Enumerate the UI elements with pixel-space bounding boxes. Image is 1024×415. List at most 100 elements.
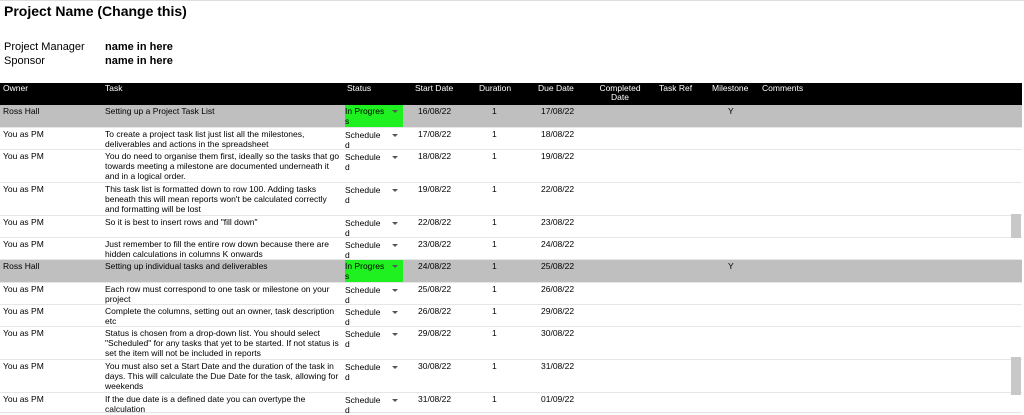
task-cell[interactable]: Just remember to fill the entire row dow… xyxy=(105,239,341,259)
due-date-cell[interactable]: 18/08/22 xyxy=(541,129,574,139)
duration-cell[interactable]: 1 xyxy=(492,106,497,116)
start-date-cell[interactable]: 22/08/22 xyxy=(418,217,451,227)
start-date-cell[interactable]: 31/08/22 xyxy=(418,394,451,404)
task-cell[interactable]: Setting up a Project Task List xyxy=(105,106,341,116)
table-row[interactable]: You as PM Complete the columns, setting o… xyxy=(0,305,1022,327)
due-date-cell[interactable]: 23/08/22 xyxy=(541,217,574,227)
owner-cell[interactable]: Ross Hall xyxy=(3,261,39,271)
start-date-cell[interactable]: 29/08/22 xyxy=(418,328,451,338)
duration-cell[interactable]: 1 xyxy=(492,239,497,249)
task-cell[interactable]: So it is best to insert rows and "fill d… xyxy=(105,217,341,227)
duration-cell[interactable]: 1 xyxy=(492,129,497,139)
start-date-cell[interactable]: 18/08/22 xyxy=(418,151,451,161)
table-row[interactable]: You as PM This task list is formatted dow… xyxy=(0,183,1022,216)
dropdown-arrow-icon[interactable] xyxy=(392,366,398,369)
start-date-cell[interactable]: 25/08/22 xyxy=(418,284,451,294)
duration-cell[interactable]: 1 xyxy=(492,284,497,294)
milestone-cell[interactable]: Y xyxy=(728,261,734,271)
table-row[interactable]: You as PM If the due date is a defined da… xyxy=(0,393,1022,415)
status-dropdown[interactable]: In Progress xyxy=(345,105,403,127)
duration-cell[interactable]: 1 xyxy=(492,217,497,227)
dropdown-arrow-icon[interactable] xyxy=(392,244,398,247)
table-row[interactable]: You as PM Status is chosen from a drop-do… xyxy=(0,327,1022,360)
table-row[interactable]: You as PM You do need to organise them fi… xyxy=(0,150,1022,183)
dropdown-arrow-icon[interactable] xyxy=(392,311,398,314)
start-date-cell[interactable]: 16/08/22 xyxy=(418,106,451,116)
duration-cell[interactable]: 1 xyxy=(492,361,497,371)
due-date-cell[interactable]: 22/08/22 xyxy=(541,184,574,194)
start-date-cell[interactable]: 24/08/22 xyxy=(418,261,451,271)
owner-cell[interactable]: You as PM xyxy=(3,239,44,249)
due-date-cell[interactable]: 30/08/22 xyxy=(541,328,574,338)
dropdown-arrow-icon[interactable] xyxy=(392,222,398,225)
dropdown-arrow-icon[interactable] xyxy=(392,265,398,268)
table-row[interactable]: You as PM Just remember to fill the entir… xyxy=(0,238,1022,260)
dropdown-arrow-icon[interactable] xyxy=(392,189,398,192)
due-date-cell[interactable]: 01/09/22 xyxy=(541,394,574,404)
project-manager-value[interactable]: name in here xyxy=(105,41,173,53)
sponsor-value[interactable]: name in here xyxy=(105,55,173,67)
task-cell[interactable]: Setting up individual tasks and delivera… xyxy=(105,261,341,271)
owner-cell[interactable]: You as PM xyxy=(3,184,44,194)
col-task[interactable]: Task xyxy=(105,84,122,93)
status-dropdown[interactable]: In Progress xyxy=(345,260,403,282)
col-duration[interactable]: Duration xyxy=(479,84,511,93)
duration-cell[interactable]: 1 xyxy=(492,261,497,271)
dropdown-arrow-icon[interactable] xyxy=(392,110,398,113)
col-status[interactable]: Status xyxy=(347,84,371,93)
due-date-cell[interactable]: 24/08/22 xyxy=(541,239,574,249)
table-row[interactable]: You as PM To create a project task list j… xyxy=(0,128,1022,150)
col-start-date[interactable]: Start Date xyxy=(415,84,453,93)
dropdown-arrow-icon[interactable] xyxy=(392,289,398,292)
col-completed-date[interactable]: Completed Date xyxy=(597,84,643,102)
owner-cell[interactable]: You as PM xyxy=(3,217,44,227)
dropdown-arrow-icon[interactable] xyxy=(392,156,398,159)
task-cell[interactable]: Status is chosen from a drop-down list. … xyxy=(105,328,341,358)
owner-cell[interactable]: You as PM xyxy=(3,394,44,404)
scrollbar-thumb[interactable] xyxy=(1011,214,1021,238)
due-date-cell[interactable]: 19/08/22 xyxy=(541,151,574,161)
duration-cell[interactable]: 1 xyxy=(492,306,497,316)
duration-cell[interactable]: 1 xyxy=(492,184,497,194)
start-date-cell[interactable]: 17/08/22 xyxy=(418,129,451,139)
duration-cell[interactable]: 1 xyxy=(492,328,497,338)
owner-cell[interactable]: You as PM xyxy=(3,306,44,316)
col-comments[interactable]: Comments xyxy=(762,84,803,93)
dropdown-arrow-icon[interactable] xyxy=(392,134,398,137)
project-title[interactable]: Project Name (Change this) xyxy=(4,3,187,19)
table-row[interactable]: You as PM You must also set a Start Date … xyxy=(0,360,1022,393)
table-row[interactable]: You as PM So it is best to insert rows an… xyxy=(0,216,1022,238)
duration-cell[interactable]: 1 xyxy=(492,394,497,404)
dropdown-arrow-icon[interactable] xyxy=(392,399,398,402)
col-due-date[interactable]: Due Date xyxy=(538,84,574,93)
col-milestone[interactable]: Milestone xyxy=(712,84,748,93)
task-cell[interactable]: Complete the columns, setting out an own… xyxy=(105,306,341,326)
owner-cell[interactable]: You as PM xyxy=(3,361,44,371)
due-date-cell[interactable]: 17/08/22 xyxy=(541,106,574,116)
owner-cell[interactable]: You as PM xyxy=(3,328,44,338)
task-cell[interactable]: To create a project task list just list … xyxy=(105,129,341,149)
due-date-cell[interactable]: 29/08/22 xyxy=(541,306,574,316)
col-task-ref[interactable]: Task Ref xyxy=(659,84,692,93)
milestone-cell[interactable]: Y xyxy=(728,106,734,116)
start-date-cell[interactable]: 30/08/22 xyxy=(418,361,451,371)
owner-cell[interactable]: You as PM xyxy=(3,151,44,161)
task-cell[interactable]: This task list is formatted down to row … xyxy=(105,184,341,214)
due-date-cell[interactable]: 26/08/22 xyxy=(541,284,574,294)
table-row[interactable]: You as PM Each row must correspond to one… xyxy=(0,283,1022,305)
task-cell[interactable]: You do need to organise them first, idea… xyxy=(105,151,341,181)
owner-cell[interactable]: You as PM xyxy=(3,284,44,294)
milestone-row[interactable]: Ross Hall Setting up a Project Task List I… xyxy=(0,105,1022,128)
start-date-cell[interactable]: 26/08/22 xyxy=(418,306,451,316)
milestone-row[interactable]: Ross Hall Setting up individual tasks and… xyxy=(0,260,1022,283)
owner-cell[interactable]: You as PM xyxy=(3,129,44,139)
task-cell[interactable]: Each row must correspond to one task or … xyxy=(105,284,341,304)
start-date-cell[interactable]: 23/08/22 xyxy=(418,239,451,249)
dropdown-arrow-icon[interactable] xyxy=(392,333,398,336)
col-owner[interactable]: Owner xyxy=(3,84,28,93)
start-date-cell[interactable]: 19/08/22 xyxy=(418,184,451,194)
duration-cell[interactable]: 1 xyxy=(492,151,497,161)
scrollbar-thumb-lower[interactable] xyxy=(1011,357,1021,395)
task-cell[interactable]: If the due date is a defined date you ca… xyxy=(105,394,341,414)
due-date-cell[interactable]: 31/08/22 xyxy=(541,361,574,371)
